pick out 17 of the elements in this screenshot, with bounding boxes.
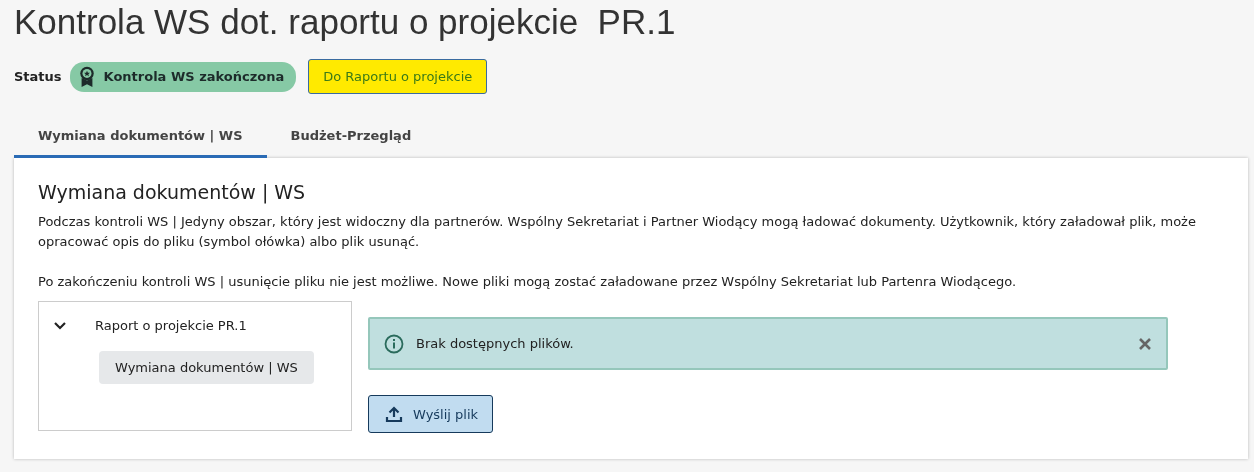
info-icon [384, 333, 404, 354]
description-text: Podczas kontroli WS | Jedyny obszar, który jest widoczny dla partnerów. Wspólny Sekretariat i Partner Wiodący mogą ładować dokumenty. Użytkownik, który załadował plik, może opracować opis do pliku (symbol ołówka) albo plik usunąć. [38, 213, 1197, 251]
report-button[interactable]: Do Raportu o projekcie [308, 59, 488, 94]
award-icon [77, 65, 96, 88]
section-heading: Wymiana dokumentów | WS [38, 181, 307, 203]
tree-subitem[interactable]: Wymiana dokumentów | WS [99, 351, 314, 384]
description-text: Po zakończeniu kontroli WS | usunięcie pliku nie jest możliwe. Nowe pliki mogą zostać załadowane przez Wspólny Sekretariat lub Partenra Wiodącego. [38, 273, 1018, 291]
tab[interactable]: Budżet-Przegląd [266, 118, 436, 158]
close-icon[interactable] [1138, 336, 1152, 351]
status-label: Status [14, 69, 62, 84]
upload-icon [385, 405, 403, 423]
upload-button[interactable]: Wyślij plik [368, 395, 494, 433]
page-title: Kontrola WS dot. raportu o projekcie PR.1 [14, 1, 677, 42]
tree-item[interactable]: Raport o projekcie PR.1 [95, 318, 247, 333]
chevron-icon[interactable] [53, 321, 67, 330]
status-badge: Kontrola WS zakończona [69, 61, 297, 92]
alert-message: Brak dostępnych plików. [416, 336, 575, 351]
